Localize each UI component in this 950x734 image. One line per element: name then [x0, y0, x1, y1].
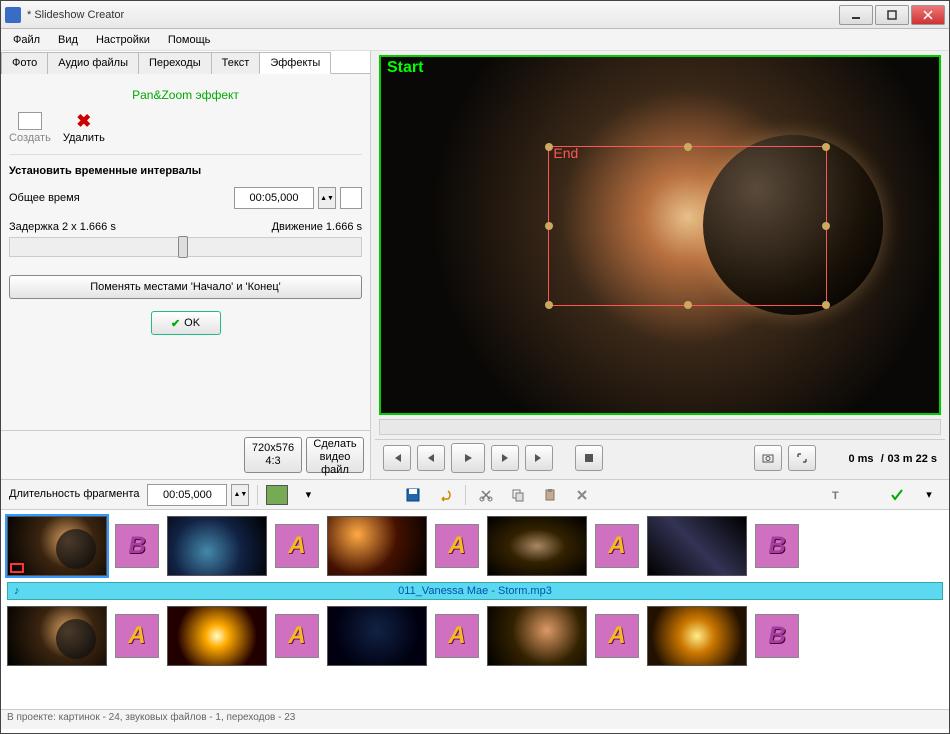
- fragment-duration-input[interactable]: [147, 484, 227, 506]
- tab-text[interactable]: Текст: [211, 52, 261, 74]
- end-rect[interactable]: End: [548, 146, 827, 306]
- slide-thumb[interactable]: [487, 516, 587, 576]
- copy-icon[interactable]: [506, 484, 530, 506]
- save-icon[interactable]: [401, 484, 425, 506]
- left-panel: Фото Аудио файлы Переходы Текст Эффекты …: [1, 51, 371, 479]
- apply-icon[interactable]: [885, 484, 909, 506]
- total-time-input[interactable]: [234, 187, 314, 209]
- create-rect-icon: [18, 112, 42, 130]
- handle-tl[interactable]: [545, 143, 553, 151]
- titlebar: * Slideshow Creator: [1, 1, 949, 29]
- start-label: Start: [387, 59, 423, 77]
- tab-audio[interactable]: Аудио файлы: [47, 52, 139, 74]
- effect-title: Pan&Zoom эффект: [9, 82, 362, 108]
- fullscreen-button[interactable]: [788, 445, 816, 471]
- skip-end-button[interactable]: [525, 445, 553, 471]
- undo-icon[interactable]: [433, 484, 457, 506]
- check-icon: ✔: [171, 317, 180, 330]
- handle-ml[interactable]: [545, 222, 553, 230]
- close-button[interactable]: [911, 5, 945, 25]
- timeline-row-1: B A A A B: [1, 510, 949, 582]
- slide-thumb[interactable]: [327, 516, 427, 576]
- total-time-spinner[interactable]: ▲▼: [318, 187, 336, 209]
- motion-label: Движение 1.666 s: [272, 221, 362, 233]
- ok-button[interactable]: ✔ OK: [151, 311, 221, 335]
- slide-thumb[interactable]: [167, 516, 267, 576]
- paste-icon[interactable]: [538, 484, 562, 506]
- minimize-button[interactable]: [839, 5, 873, 25]
- timing-slider[interactable]: [9, 237, 362, 257]
- next-button[interactable]: [491, 445, 519, 471]
- end-label: End: [553, 145, 578, 161]
- transition-thumb[interactable]: A: [275, 614, 319, 658]
- tab-effects[interactable]: Эффекты: [259, 52, 331, 74]
- portrait-thumb[interactable]: [266, 485, 288, 505]
- slide-thumb[interactable]: [487, 606, 587, 666]
- menu-help[interactable]: Помощь: [160, 32, 219, 48]
- delay-label: Задержка 2 x 1.666 s: [9, 221, 116, 233]
- transition-thumb[interactable]: B: [115, 524, 159, 568]
- portrait-dropdown[interactable]: ▾: [296, 484, 320, 506]
- total-time-label: Общее время: [9, 192, 226, 204]
- total-time-checkbox[interactable]: [340, 187, 362, 209]
- timeline[interactable]: B A A A B ♪ 011_Vanessa Mae - Storm.mp3 …: [1, 509, 949, 709]
- effect-marker-icon: [10, 563, 24, 573]
- slide-thumb[interactable]: [167, 606, 267, 666]
- slide-thumb[interactable]: [7, 606, 107, 666]
- transition-thumb[interactable]: A: [435, 614, 479, 658]
- app-icon: [5, 7, 21, 23]
- delete-button[interactable]: ✖ Удалить: [63, 112, 105, 144]
- transition-thumb[interactable]: A: [435, 524, 479, 568]
- export-video-button[interactable]: Сделатьвидео файл: [306, 437, 364, 473]
- tabs: Фото Аудио файлы Переходы Текст Эффекты: [1, 51, 370, 74]
- preview-scrollbar[interactable]: [379, 419, 941, 435]
- slide-thumb[interactable]: [647, 516, 747, 576]
- intervals-heading: Установить временные интервалы: [9, 155, 362, 183]
- skip-start-button[interactable]: [383, 445, 411, 471]
- tab-transitions[interactable]: Переходы: [138, 52, 212, 74]
- snapshot-button[interactable]: [754, 445, 782, 471]
- time-display: 0 ms / 03 m 22 s: [848, 450, 937, 465]
- stop-button[interactable]: [575, 445, 603, 471]
- transition-thumb[interactable]: A: [595, 524, 639, 568]
- preview-panel: Start End: [371, 51, 949, 479]
- transition-thumb[interactable]: A: [275, 524, 319, 568]
- tab-photo[interactable]: Фото: [1, 52, 48, 74]
- apply-dropdown[interactable]: ▾: [917, 484, 941, 506]
- maximize-button[interactable]: [875, 5, 909, 25]
- slider-thumb[interactable]: [178, 236, 188, 258]
- statusbar: В проекте: картинок - 24, звуковых файло…: [1, 709, 949, 729]
- transition-thumb[interactable]: B: [755, 614, 799, 658]
- delete-x-icon: ✖: [76, 112, 91, 130]
- transition-thumb[interactable]: B: [755, 524, 799, 568]
- music-note-icon: ♪: [14, 585, 20, 597]
- menu-view[interactable]: Вид: [50, 32, 86, 48]
- timeline-row-2: A A A A B: [1, 600, 949, 672]
- resolution-button[interactable]: 720x5764:3: [244, 437, 302, 473]
- transition-thumb[interactable]: A: [115, 614, 159, 658]
- fragment-bar: Длительность фрагмента ▲▼ ▾ T ▾: [1, 479, 949, 509]
- slide-thumb[interactable]: [647, 606, 747, 666]
- preview-canvas[interactable]: Start End: [379, 55, 941, 415]
- menu-settings[interactable]: Настройки: [88, 32, 158, 48]
- menu-file[interactable]: Файл: [5, 32, 48, 48]
- window-title: * Slideshow Creator: [27, 9, 839, 21]
- create-button[interactable]: Создать: [9, 112, 51, 144]
- fragment-label: Длительность фрагмента: [9, 488, 139, 500]
- text-tool-icon[interactable]: T: [825, 484, 849, 506]
- audio-track[interactable]: ♪ 011_Vanessa Mae - Storm.mp3: [7, 582, 943, 600]
- slide-thumb[interactable]: [7, 516, 107, 576]
- transition-thumb[interactable]: A: [595, 614, 639, 658]
- svg-text:T: T: [832, 490, 839, 502]
- handle-tc[interactable]: [684, 143, 692, 151]
- cut-icon[interactable]: [474, 484, 498, 506]
- fragment-spinner[interactable]: ▲▼: [231, 484, 249, 506]
- play-button[interactable]: [451, 443, 485, 473]
- swap-button[interactable]: Поменять местами 'Начало' и 'Конец': [9, 275, 362, 299]
- delete-icon[interactable]: [570, 484, 594, 506]
- playback-bar: 0 ms / 03 m 22 s: [375, 439, 945, 475]
- prev-button[interactable]: [417, 445, 445, 471]
- slide-thumb[interactable]: [327, 606, 427, 666]
- menubar: Файл Вид Настройки Помощь: [1, 29, 949, 51]
